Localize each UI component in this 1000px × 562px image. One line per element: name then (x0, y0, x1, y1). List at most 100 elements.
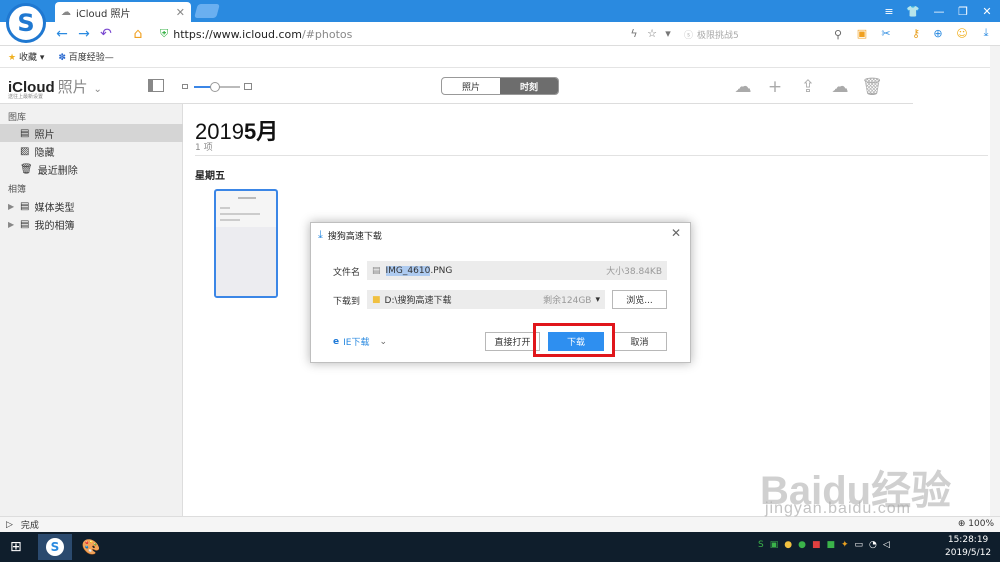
browse-button[interactable]: 浏览... (612, 290, 667, 309)
filename-selected: IMG_4610 (385, 265, 431, 276)
tray-app-icon[interactable]: ● (798, 540, 806, 550)
sidebar-item-hidden[interactable]: ▨ 隐藏 (0, 142, 183, 160)
sidebar-toggle-icon[interactable] (148, 79, 164, 92)
tab-icloud-photos[interactable]: ☁ iCloud 照片 ✕ (55, 2, 191, 22)
dialog-close-icon[interactable]: ✕ (671, 226, 681, 240)
sogou-ime-icon[interactable]: S (758, 540, 764, 550)
paint-icon: 🎨 (81, 538, 101, 556)
close-tab-icon[interactable]: ✕ (176, 6, 185, 19)
back-icon[interactable]: ← (52, 24, 72, 44)
restore-icon[interactable]: ❐ (954, 2, 972, 20)
network-icon[interactable]: ◔ (869, 540, 877, 550)
windows-start-icon[interactable]: ⊞ (10, 539, 22, 555)
chevron-down-icon: ⌄ (90, 84, 102, 95)
translate-icon[interactable]: ⊕ (930, 25, 946, 41)
bookmark-favorites[interactable]: ★ 收藏 ▾ (8, 50, 44, 63)
chevron-down-icon: ⌄ (379, 336, 387, 347)
large-zoom-icon (244, 83, 252, 90)
url-path: /#photos (302, 27, 353, 41)
folder-icon: ■ (372, 294, 381, 305)
search-icon[interactable]: ⚲ (834, 28, 842, 41)
status-text: 完成 (20, 521, 39, 531)
tray-app-icon[interactable]: ▣ (770, 540, 779, 550)
undo-icon[interactable]: ↶ (96, 24, 116, 44)
page-scrollbar[interactable] (990, 46, 1000, 516)
upload-icon[interactable]: ☁ (732, 76, 754, 98)
tab-photos[interactable]: 照片 (442, 78, 500, 94)
zoom-slider[interactable] (194, 82, 240, 92)
disclosure-triangle-icon[interactable]: ▶ (8, 220, 14, 229)
taskbar-paint[interactable]: 🎨 (78, 534, 104, 560)
cloud-download-icon[interactable]: ☁ (829, 76, 851, 98)
photos-icon: ▤ (20, 127, 30, 139)
filename-ext: .PNG (430, 265, 453, 276)
sidebar-item-recently-deleted[interactable]: 🗑 最近删除 (0, 160, 183, 178)
key-icon[interactable]: ⚷ (908, 25, 924, 41)
sogou-search-icon: ⓢ (684, 30, 694, 41)
save-path-select[interactable]: ■ D:\搜狗高速下载 剩余124GB ▾ (367, 290, 605, 309)
taskbar-sogou-browser[interactable]: S (38, 534, 72, 560)
close-window-icon[interactable]: ✕ (978, 2, 996, 20)
tray-app-icon[interactable]: ● (784, 540, 792, 550)
bookmarks-bar: ★ 收藏 ▾ ✽ 百度经验— (0, 46, 1000, 68)
library-header: 图库 (8, 113, 27, 123)
address-bar[interactable]: ⛨ https://www.icloud.com/#photos (160, 25, 630, 43)
scissors-icon[interactable]: ✂ (878, 25, 894, 41)
play-icon[interactable]: ▷ (6, 520, 13, 530)
tray-app-icon[interactable]: ✦ (841, 540, 849, 550)
tab-title: iCloud 照片 (76, 8, 131, 20)
volume-icon[interactable]: ◁ (883, 540, 890, 550)
smiley-icon[interactable]: ☺ (954, 25, 970, 41)
chevron-down-icon[interactable]: ▾ (660, 25, 676, 41)
disclosure-triangle-icon[interactable]: ▶ (8, 202, 14, 211)
tab-moments[interactable]: 时刻 (500, 78, 558, 94)
secure-shield-icon: ⛨ (160, 27, 169, 40)
save-path: D:\搜狗高速下载 (384, 296, 452, 306)
album-folder-icon: ▤ (20, 200, 30, 212)
download-icon[interactable]: ⤓ (978, 25, 994, 41)
share-icon[interactable]: ⇪ (797, 76, 819, 98)
extension-icon[interactable]: ▣ (854, 25, 870, 41)
zoom-slider-handle[interactable] (210, 82, 220, 92)
divider (195, 155, 988, 156)
skin-icon[interactable]: 👕 (904, 2, 922, 20)
photo-thumbnail[interactable] (214, 189, 278, 298)
battery-icon[interactable]: ▭ (855, 540, 864, 550)
trash-icon[interactable]: 🗑 (861, 76, 883, 98)
home-icon[interactable]: ⌂ (128, 24, 148, 44)
trash-icon: 🗑 (20, 163, 33, 175)
star-icon: ★ (8, 53, 17, 63)
dialog-title: ⤓ 搜狗高速下载 (318, 228, 382, 242)
sogou-icon: S (46, 538, 64, 556)
tray-app-icon[interactable]: ■ (812, 540, 821, 550)
view-switcher: 照片 时刻 (441, 77, 559, 95)
system-tray: S ▣ ● ● ■ ■ ✦ ▭ ◔ ◁ (758, 540, 890, 550)
tray-app-icon[interactable]: ■ (826, 540, 835, 550)
forward-icon[interactable]: → (74, 24, 94, 44)
zoom-level[interactable]: ⊕ 100% (958, 519, 994, 529)
taskbar-clock[interactable]: 15:28:19 2019/5/12 (945, 534, 991, 560)
lightning-icon[interactable]: ϟ (626, 25, 642, 41)
bookmark-baidu-jingyan[interactable]: ✽ 百度经验— (58, 50, 113, 63)
albums-header: 相簿 (8, 185, 27, 195)
filename-field[interactable]: ▤ IMG_4610.PNG 大小38.84KB (367, 261, 667, 280)
saveto-label: 下载到 (333, 297, 361, 307)
new-tab-button[interactable] (194, 4, 220, 18)
add-icon[interactable]: + (764, 76, 786, 98)
sogou-browser-logo[interactable]: S (6, 3, 46, 43)
ie-download-link[interactable]: e IE下载 ⌄ (333, 335, 387, 349)
menu-icon[interactable]: ≡ (880, 2, 898, 20)
item-count: 1 项 (195, 143, 213, 153)
url-scheme: https:// (173, 27, 213, 41)
highlight-box (533, 323, 615, 357)
file-size: 大小38.84KB (606, 267, 662, 277)
open-directly-button[interactable]: 直接打开 (485, 332, 540, 351)
sidebar-item-my-albums[interactable]: ▶ ▤ 我的相簿 (0, 215, 183, 233)
minimize-icon[interactable]: — (930, 2, 948, 20)
sidebar-item-media-types[interactable]: ▶ ▤ 媒体类型 (0, 197, 183, 215)
clock-date: 2019/5/12 (945, 548, 992, 558)
search-box[interactable]: ⓢ 极限挑战5 ⚲ (684, 25, 842, 43)
star-icon[interactable]: ☆ (644, 25, 660, 41)
sidebar-item-photos[interactable]: ▤ 照片 (0, 124, 183, 142)
cancel-button[interactable]: 取消 (612, 332, 667, 351)
